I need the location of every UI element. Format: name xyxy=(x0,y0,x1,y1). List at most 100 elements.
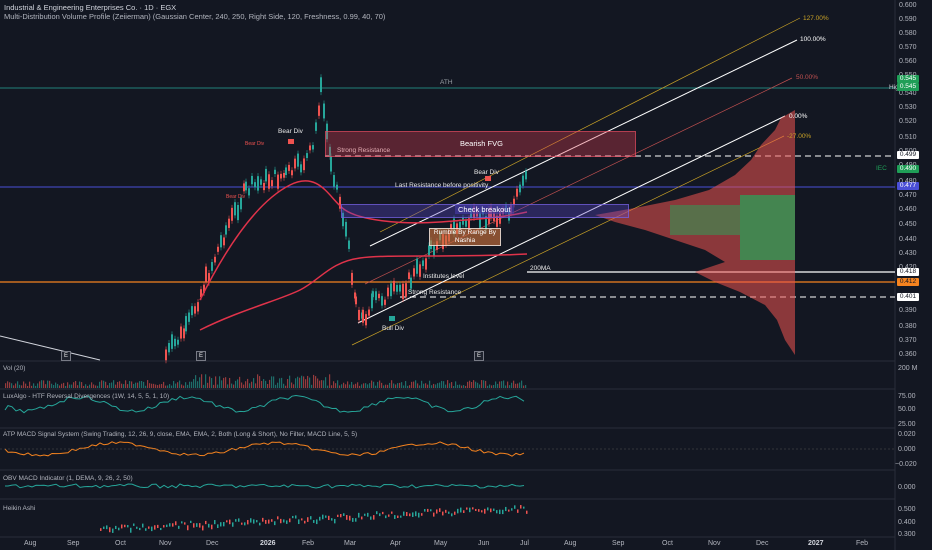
volume-bar xyxy=(41,380,43,388)
obv-panel-label[interactable]: OBV MACD Indicator (1, DEMA, 9, 26, 2, 5… xyxy=(3,475,133,482)
ha-candle xyxy=(448,511,450,514)
volume-bar xyxy=(489,384,491,388)
ha-candle xyxy=(223,522,225,527)
candle-body xyxy=(188,312,190,322)
volume-bar xyxy=(137,382,139,388)
candle-body xyxy=(390,283,392,297)
ha-candle xyxy=(511,508,513,511)
candle-body xyxy=(351,272,353,285)
ha-candle xyxy=(502,509,504,515)
volume-bar xyxy=(339,385,341,388)
volume-bar xyxy=(127,384,129,388)
atp-panel-label[interactable]: ATP MACD Signal System (Swing Trading, 1… xyxy=(3,431,357,438)
volume-bar xyxy=(409,385,411,388)
volume-bar xyxy=(217,384,219,388)
ha-candle xyxy=(406,512,408,517)
ha-candle xyxy=(475,508,477,512)
candle-body xyxy=(251,175,253,185)
volume-bar xyxy=(265,380,267,388)
volume-bar xyxy=(123,384,125,388)
candle-body xyxy=(393,280,395,292)
ha-candle xyxy=(142,523,144,528)
volume-bar xyxy=(303,376,305,388)
volume-bar xyxy=(481,380,483,388)
price-tick: 0.380 xyxy=(899,323,917,330)
indicator-legend[interactable]: Multi-Distribution Volume Profile (Zeiie… xyxy=(4,12,385,21)
volume-bar xyxy=(465,385,467,388)
candle-body xyxy=(519,184,521,193)
volume-bar xyxy=(479,384,481,388)
ha-candle xyxy=(166,524,168,528)
volume-bar xyxy=(115,384,117,388)
event-marker-2[interactable]: E xyxy=(196,351,206,361)
candle-body xyxy=(165,349,167,361)
ha-candle xyxy=(508,509,510,512)
volume-bar xyxy=(263,379,265,388)
volume-bar xyxy=(65,385,67,388)
volume-bar xyxy=(111,382,113,388)
ha-candle xyxy=(283,519,285,523)
luxalgo-panel-label[interactable]: LuxAlgo - HTF Reversal Divergences (1W, … xyxy=(3,393,169,400)
chart-canvas[interactable] xyxy=(0,0,932,550)
volume-bar xyxy=(497,383,499,388)
ha-candle xyxy=(172,523,174,527)
volume-bar xyxy=(107,385,109,388)
volume-bar xyxy=(67,382,69,388)
volume-bar xyxy=(109,382,111,388)
heikin-panel-label[interactable]: Heikin Ashi xyxy=(3,505,35,512)
volume-bar xyxy=(361,384,363,388)
candle-body xyxy=(214,256,216,263)
volume-bar xyxy=(429,380,431,388)
volume-bar xyxy=(449,383,451,388)
ha-candle xyxy=(241,522,243,525)
candle-body xyxy=(381,296,383,306)
time-tick: Dec xyxy=(206,540,219,547)
volume-bar xyxy=(377,381,379,388)
volume-bar xyxy=(525,385,527,388)
fib-100-label: 100.00% xyxy=(800,36,826,43)
candle-body xyxy=(428,245,430,257)
volume-bar xyxy=(99,381,101,388)
obv-line xyxy=(4,483,525,489)
volume-bar xyxy=(281,377,283,388)
volume-bar xyxy=(95,385,97,388)
volume-bar xyxy=(403,385,405,388)
volume-bar xyxy=(125,380,127,388)
ha-candle xyxy=(205,520,207,525)
candle-body xyxy=(265,168,267,182)
candle-body xyxy=(231,207,233,221)
volume-bar xyxy=(155,384,157,388)
ma200-label: 200MA xyxy=(530,265,551,272)
candle-body xyxy=(185,316,187,332)
ha-candle xyxy=(133,523,135,526)
candle-body xyxy=(194,306,196,314)
ha-candle xyxy=(388,514,390,517)
ha-candle xyxy=(442,511,444,516)
time-tick: Feb xyxy=(302,540,315,547)
volume-bar xyxy=(447,380,449,388)
volume-bar xyxy=(381,382,383,388)
event-marker-3[interactable]: E xyxy=(474,351,484,361)
volume-bar xyxy=(207,382,209,388)
fib-0-label: 0.00% xyxy=(789,113,808,120)
volume-bar xyxy=(5,383,7,388)
volume-bar xyxy=(411,381,413,388)
volume-bar xyxy=(11,383,13,388)
candle-body xyxy=(257,176,259,191)
volume-bar xyxy=(9,382,11,388)
vol-panel-label[interactable]: Vol (20) xyxy=(3,365,25,372)
bear-div-small-2: Bear Div xyxy=(226,194,246,200)
time-tick: Jul xyxy=(520,540,529,547)
ha-candle xyxy=(259,522,261,526)
volume-bar xyxy=(407,385,409,388)
price-badge: 0.412 xyxy=(897,278,919,286)
ha-candle xyxy=(352,517,354,522)
volume-bar xyxy=(19,384,21,388)
volume-bar xyxy=(213,384,215,388)
volume-bar xyxy=(17,381,19,388)
volume-bar xyxy=(301,375,303,388)
candle-body xyxy=(248,188,250,196)
ha-candle xyxy=(403,511,405,516)
event-marker-1[interactable]: E xyxy=(61,351,71,361)
price-badge: 0.545 xyxy=(897,83,919,91)
